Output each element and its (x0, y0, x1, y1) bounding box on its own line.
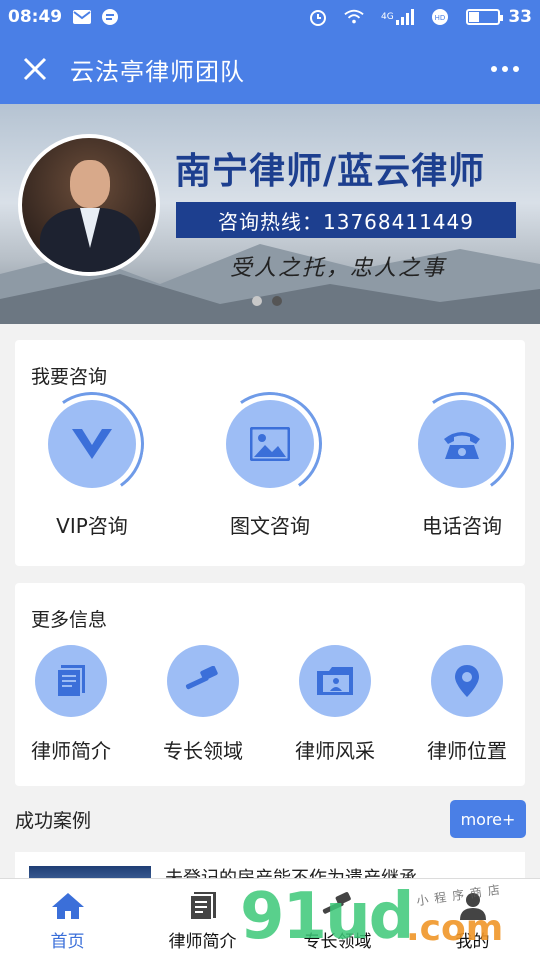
vip-consult-button[interactable]: VIP咨询 (31, 383, 153, 539)
location-icon (455, 665, 479, 697)
wifi-icon (344, 9, 364, 25)
battery-icon (466, 9, 504, 25)
lawyer-profile-label: 律师简介 (31, 739, 111, 763)
banner-headline: 南宁律师/蓝云律师 (175, 150, 486, 192)
expertise-label: 专长领域 (163, 739, 243, 763)
more-dot-icon (491, 66, 497, 72)
gavel-icon (185, 666, 218, 690)
banner-carousel[interactable]: 南宁律师/蓝云律师 咨询热线：13768411449 受人之托，忠人之事 (0, 104, 540, 324)
more-dot-icon (513, 66, 519, 72)
status-time: 08:49 (8, 7, 63, 27)
tab-expertise-label: 专长领域 (303, 932, 372, 952)
more-info-card: 更多信息 律师简介 专长领域 律师风采 律师位置 (15, 583, 525, 786)
carousel-indicator (252, 296, 282, 306)
bottom-tab-bar: 首页 律师简介 专长领域 我的 (0, 878, 540, 960)
phone-consult-button[interactable]: 电话咨询 (401, 383, 523, 539)
document-icon (56, 665, 85, 698)
close-button[interactable] (0, 34, 70, 104)
close-icon (23, 57, 47, 81)
more-cases-button[interactable]: more+ (450, 800, 526, 838)
nav-bar: 云法亭律师团队 (0, 34, 540, 104)
tab-expertise[interactable]: 专长领域 (270, 879, 405, 960)
phone-consult-label: 电话咨询 (422, 514, 502, 538)
success-cases-heading: 成功案例 (15, 810, 92, 832)
alarm-icon (308, 9, 328, 26)
page-title: 云法亭律师团队 (70, 57, 245, 86)
lawyer-portrait (18, 134, 160, 276)
lawyer-location-label: 律师位置 (427, 739, 507, 763)
consult-card: 我要咨询 VIP咨询 图文咨询 电话咨询 (15, 340, 525, 566)
consult-heading: 我要咨询 (31, 366, 108, 388)
tab-mine[interactable]: 我的 (405, 879, 540, 960)
tab-lawyer-profile-label: 律师简介 (168, 932, 237, 952)
battery-level: 33 (508, 7, 532, 27)
gavel-icon (322, 892, 351, 914)
tab-mine-label: 我的 (455, 932, 490, 952)
carousel-dot-active[interactable] (272, 296, 282, 306)
tab-home[interactable]: 首页 (0, 879, 135, 960)
folder-icon (317, 667, 353, 695)
network-type: 4G (380, 12, 394, 22)
vip-consult-label: VIP咨询 (56, 514, 128, 538)
home-icon (51, 893, 84, 919)
mail-icon (72, 9, 92, 25)
lawyer-profile-button[interactable]: 律师简介 (15, 645, 127, 764)
message-icon (100, 9, 120, 25)
image-text-consult-button[interactable]: 图文咨询 (209, 383, 331, 539)
more-info-heading: 更多信息 (31, 609, 108, 631)
hd-icon: HD (430, 9, 450, 25)
lawyer-gallery-label: 律师风采 (295, 739, 375, 763)
lawyer-location-button[interactable]: 律师位置 (411, 645, 523, 764)
banner-hotline: 咨询热线：13768411449 (176, 202, 516, 238)
carousel-dot[interactable] (252, 296, 262, 306)
lawyer-gallery-button[interactable]: 律师风采 (279, 645, 391, 764)
tab-lawyer-profile[interactable]: 律师简介 (135, 879, 270, 960)
more-dot-icon (502, 66, 508, 72)
banner-slogan: 受人之托，忠人之事 (230, 256, 447, 281)
user-icon (459, 893, 486, 920)
signal-icon: 4G (380, 9, 414, 25)
status-bar: 08:49 4G HD 33 (0, 0, 540, 34)
tab-home-label: 首页 (50, 932, 85, 952)
image-text-consult-label: 图文咨询 (230, 514, 310, 538)
svg-text:HD: HD (435, 14, 446, 22)
expertise-button[interactable]: 专长领域 (147, 645, 259, 764)
document-icon (188, 892, 216, 921)
more-menu-button[interactable] (470, 34, 540, 104)
